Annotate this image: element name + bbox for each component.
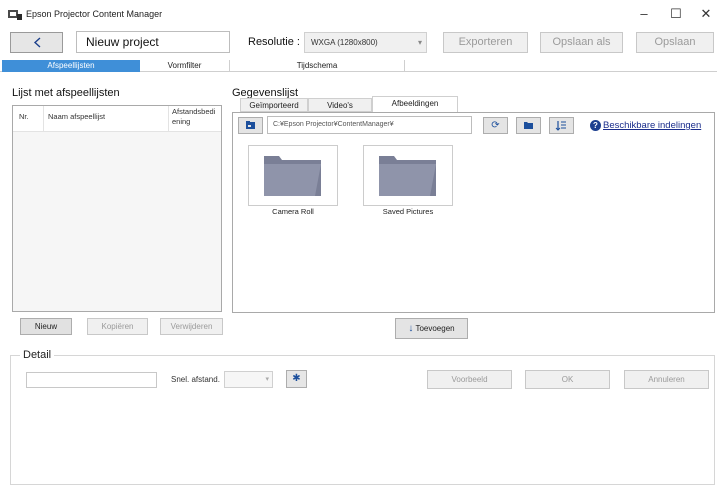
- resolution-select[interactable]: WXGA (1280x800) ▾: [304, 32, 427, 53]
- folder-label-camera-roll: Camera Roll: [272, 207, 314, 216]
- folder-tree-icon: [246, 121, 255, 129]
- new-playlist-button[interactable]: Nieuw: [20, 318, 72, 335]
- close-button[interactable]: ✕: [692, 4, 717, 24]
- chevron-down-icon: ▾: [417, 38, 422, 47]
- folder-icon: [379, 156, 436, 196]
- resolution-label: Resolutie :: [248, 36, 300, 48]
- folder-card-camera-roll[interactable]: [248, 145, 338, 206]
- app-title: Epson Projector Content Manager: [26, 9, 163, 19]
- delete-playlist-button[interactable]: Verwijderen: [160, 318, 223, 335]
- column-number[interactable]: Nr.: [19, 112, 29, 122]
- tab-playlists[interactable]: Afspeellijsten: [2, 60, 140, 72]
- browse-folder-button[interactable]: [238, 117, 263, 134]
- preview-button[interactable]: Voorbeeld: [427, 370, 512, 389]
- shortcut-select[interactable]: ▾: [224, 371, 273, 388]
- arrow-down-icon: ↓: [408, 323, 414, 334]
- open-folder-button[interactable]: [516, 117, 541, 134]
- folder-label-saved-pictures: Saved Pictures: [382, 207, 434, 216]
- refresh-button[interactable]: ⟳: [483, 117, 508, 134]
- add-button[interactable]: ↓ Toevoegen: [395, 318, 468, 339]
- tab-images[interactable]: Afbeeldingen: [372, 96, 458, 113]
- chevron-down-icon: ▾: [265, 376, 269, 383]
- project-name-input[interactable]: Nieuw project: [76, 31, 230, 53]
- shortcut-label: Snel. afstand.: [171, 375, 220, 384]
- playlist-table-header: Nr. Naam afspeellijst Afstandsbedi ening: [13, 106, 221, 132]
- ok-button[interactable]: OK: [525, 370, 610, 389]
- export-button[interactable]: Exporteren: [443, 32, 528, 53]
- tab-shape-filter[interactable]: Vormfilter: [140, 60, 230, 72]
- folder-icon: [264, 156, 321, 196]
- copy-playlist-button[interactable]: Kopiëren: [87, 318, 148, 335]
- back-button[interactable]: [10, 32, 63, 53]
- sort-button[interactable]: [549, 117, 574, 134]
- save-as-button[interactable]: Opslaan als: [540, 32, 623, 53]
- app-icon: [8, 10, 22, 20]
- help-icon[interactable]: ?: [590, 120, 601, 131]
- folder-icon: [524, 122, 533, 129]
- column-playlist-name[interactable]: Naam afspeellijst: [48, 112, 105, 122]
- folder-card-saved-pictures[interactable]: [363, 145, 453, 206]
- playlist-table[interactable]: Nr. Naam afspeellijst Afstandsbedi ening: [12, 105, 222, 312]
- save-button[interactable]: Opslaan: [636, 32, 714, 53]
- tab-imported[interactable]: Geïmporteerd: [240, 98, 308, 112]
- gear-icon: ✱: [292, 373, 301, 384]
- maximize-button[interactable]: ☐: [662, 4, 690, 24]
- resolution-value: WXGA (1280x800): [311, 38, 378, 47]
- chevron-left-icon: [33, 37, 41, 48]
- column-remote-control[interactable]: Afstandsbedi ening: [172, 107, 220, 127]
- tab-videos[interactable]: Video's: [308, 98, 372, 112]
- sort-list-icon: [555, 121, 566, 131]
- playlists-title: Lijst met afspeellijsten: [12, 87, 120, 99]
- settings-button[interactable]: ✱: [286, 370, 307, 388]
- detail-title: Detail: [20, 349, 55, 361]
- available-formats-link[interactable]: Beschikbare indelingen: [603, 120, 701, 131]
- add-button-label: Toevoegen: [415, 324, 455, 333]
- cancel-button[interactable]: Annuleren: [624, 370, 709, 389]
- tab-schedule[interactable]: Tijdschema: [230, 60, 405, 72]
- path-input[interactable]: C:¥Epson Projector¥ContentManager¥: [267, 116, 472, 134]
- detail-name-input[interactable]: [26, 372, 157, 388]
- minimize-button[interactable]: –: [630, 4, 658, 24]
- refresh-icon: ⟳: [491, 120, 500, 131]
